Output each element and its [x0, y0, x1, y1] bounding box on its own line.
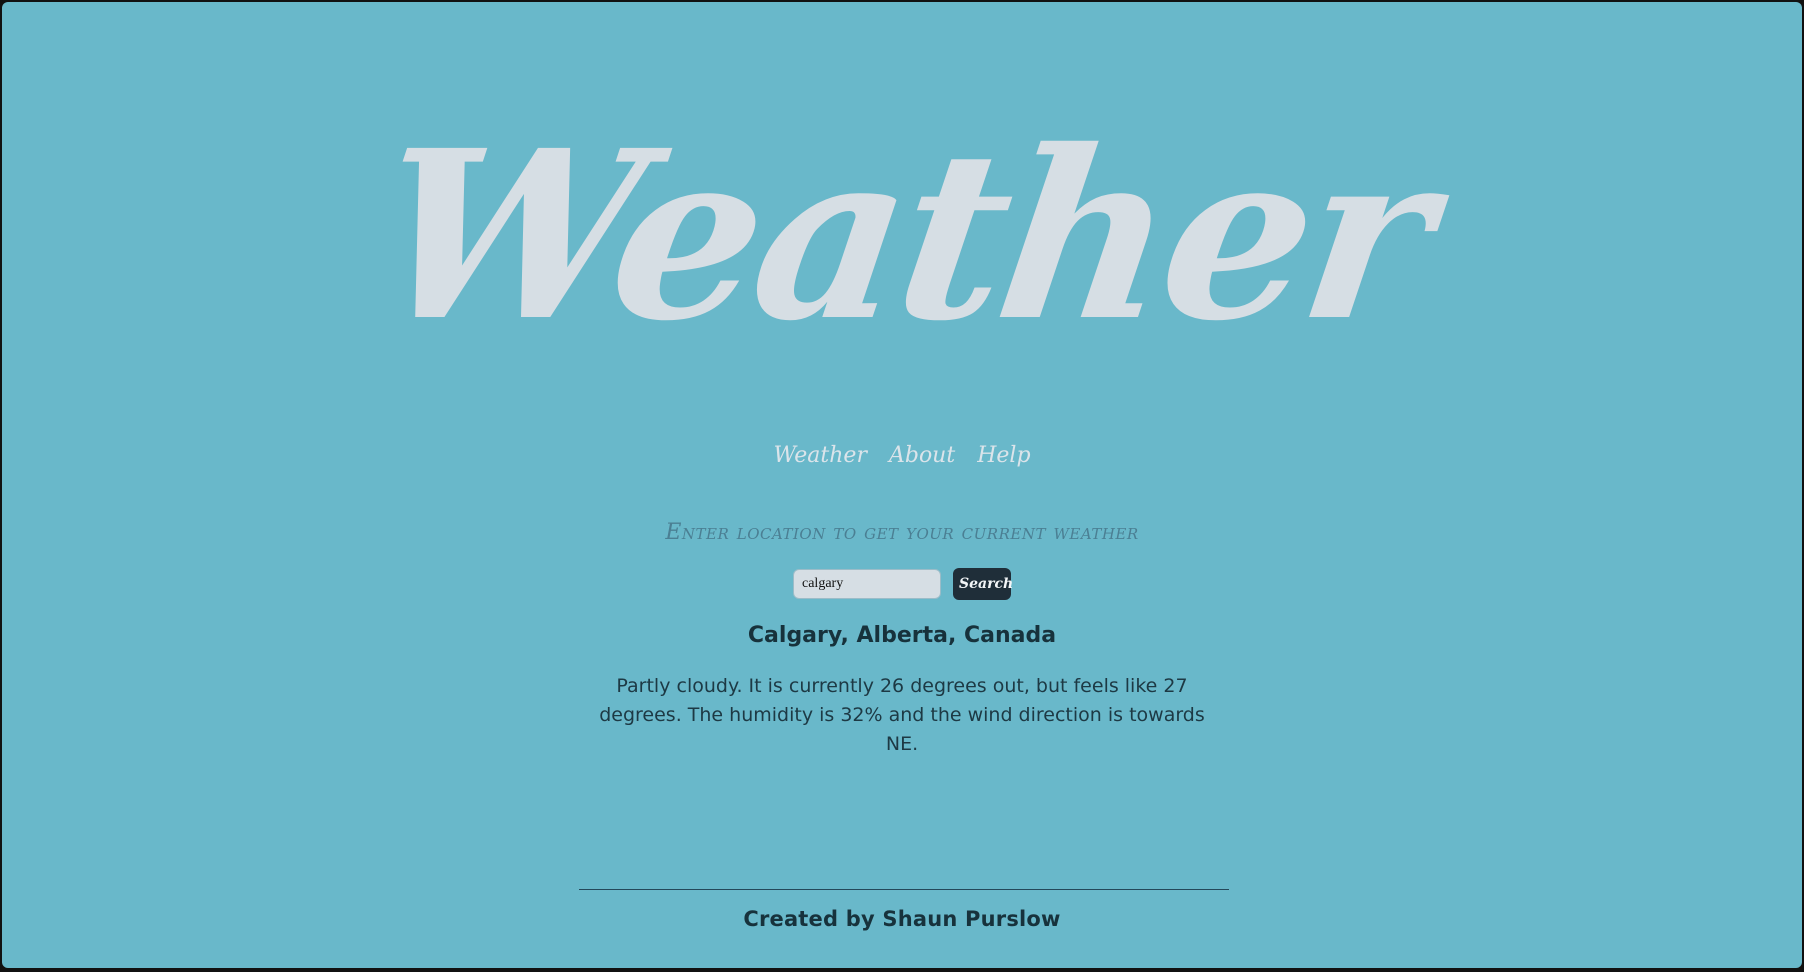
weather-page: Weather Weather About Help Enter locatio… [2, 2, 1802, 968]
footer-credit: Created by Shaun Purslow [743, 907, 1061, 931]
weather-description: Partly cloudy. It is currently 26 degree… [599, 675, 1205, 755]
nav-weather-link[interactable]: Weather [773, 442, 867, 470]
nav-help-link[interactable]: Help [977, 442, 1030, 470]
search-form: Search [2, 568, 1802, 600]
nav-about-link[interactable]: About [889, 442, 955, 470]
location-input[interactable] [793, 569, 941, 599]
search-prompt: Enter location to get your current weath… [665, 520, 1139, 545]
page-title: Weather [361, 99, 1443, 372]
search-button[interactable]: Search [953, 568, 1013, 600]
location-heading: Calgary, Alberta, Canada [747, 623, 1057, 648]
footer-divider [579, 889, 1229, 890]
main-nav: Weather About Help [2, 442, 1802, 470]
